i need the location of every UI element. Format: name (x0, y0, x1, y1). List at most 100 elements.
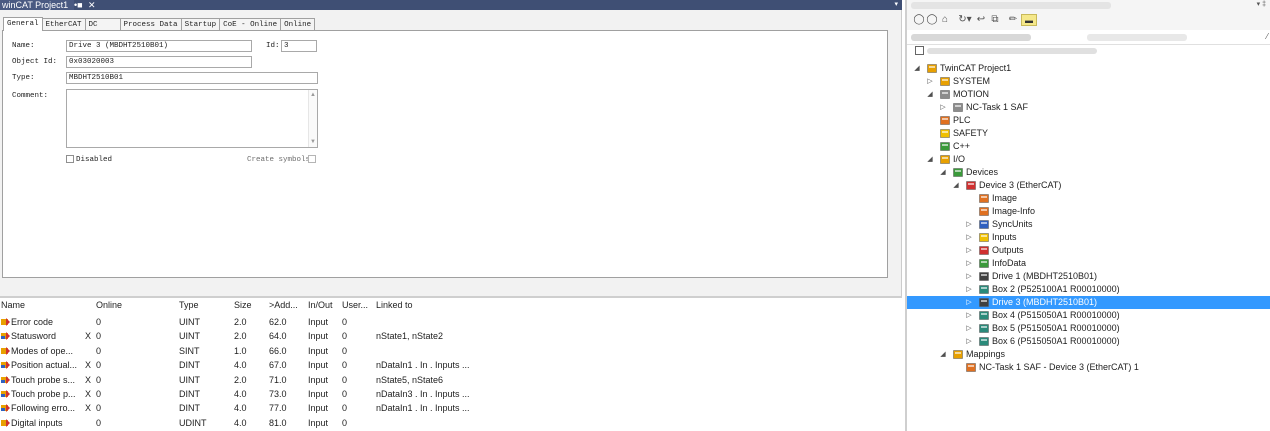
tree-node-label: Image (992, 193, 1018, 203)
tree-node[interactable]: ◢ Mappings (907, 348, 1270, 361)
tree-node[interactable]: ▷ Outputs (907, 244, 1270, 257)
sync-icon[interactable]: ↻▾ (956, 14, 974, 26)
expanded-arrow-icon[interactable]: ◢ (926, 153, 934, 166)
tree-node[interactable]: ▷ Box 5 (P515050A1 R00010000) (907, 322, 1270, 335)
close-tab-icon[interactable]: ✕ (88, 0, 96, 10)
col-user[interactable]: User... (342, 300, 368, 310)
collapsed-arrow-icon[interactable]: ▷ (965, 335, 973, 348)
col-type[interactable]: Type (179, 300, 199, 310)
splitter[interactable] (0, 296, 902, 298)
collapsed-arrow-icon[interactable]: ▷ (965, 283, 973, 296)
scroll-up-icon[interactable]: ▲ (310, 92, 316, 98)
id-field[interactable]: 3 (281, 40, 317, 52)
undo-icon[interactable]: ↩ (975, 14, 987, 26)
var-inout: Input (308, 345, 329, 356)
tree-node[interactable]: ▷ Inputs (907, 231, 1270, 244)
tree-node[interactable]: ◢ I/O (907, 153, 1270, 166)
tree-node[interactable]: ◢ TwinCAT Project1 (907, 62, 1270, 75)
properties-icon[interactable]: ✏ (1007, 14, 1019, 26)
collapse-icon[interactable]: ⧉ (989, 14, 1001, 26)
safety-icon (940, 129, 950, 138)
image-icon (979, 194, 989, 203)
tree-node[interactable]: Image (907, 192, 1270, 205)
col-size[interactable]: Size (234, 300, 252, 310)
explorer-pin-icon[interactable]: ▾ ‡ (1257, 0, 1266, 10)
col-linked-to[interactable]: Linked to (376, 300, 413, 310)
tree-node[interactable]: NC-Task 1 SAF - Device 3 (EtherCAT) 1 (907, 361, 1270, 374)
collapsed-arrow-icon[interactable]: ▷ (939, 101, 947, 114)
tree-node[interactable]: ▷ Drive 1 (MBDHT2510B01) (907, 270, 1270, 283)
collapsed-arrow-icon[interactable]: ▷ (965, 244, 973, 257)
tree-node[interactable]: ◢ Device 3 (EtherCAT) (907, 179, 1270, 192)
create-symbols-checkbox[interactable] (308, 155, 316, 163)
tree-node[interactable]: ▷ Box 2 (P525100A1 R00010000) (907, 283, 1270, 296)
var-inout: Input (308, 360, 329, 371)
collapsed-arrow-icon[interactable]: ▷ (965, 296, 973, 309)
tree-node[interactable]: ▷ SYSTEM (907, 75, 1270, 88)
object-id-field[interactable]: 0x03020003 (66, 56, 252, 68)
table-row[interactable]: Modes of ope... 0 SINT 1.0 66.0 Input 0 (0, 344, 902, 358)
collapsed-arrow-icon[interactable]: ▷ (965, 309, 973, 322)
col-online[interactable]: Online (96, 300, 122, 310)
tree-node[interactable]: ▷ NC-Task 1 SAF (907, 101, 1270, 114)
table-row[interactable]: Digital inputs 0 UDINT 4.0 81.0 Input 0 (0, 416, 902, 430)
tree-node[interactable]: ▷ Box 6 (P515050A1 R00010000) (907, 335, 1270, 348)
table-row[interactable]: Touch probe s... X 0 UINT 2.0 71.0 Input 0 nStat… (0, 373, 902, 387)
tree-node-label: I/O (953, 154, 966, 164)
drive-icon (979, 298, 989, 307)
disabled-checkbox[interactable] (66, 155, 74, 163)
tree-node[interactable]: ▷ SyncUnits (907, 218, 1270, 231)
table-row[interactable]: Error code 0 UINT 2.0 62.0 Input 0 (0, 315, 902, 329)
collapsed-arrow-icon[interactable]: ▷ (965, 257, 973, 270)
tree-node[interactable]: SAFETY (907, 127, 1270, 140)
tree-node-label: MOTION (953, 89, 989, 99)
collapsed-arrow-icon[interactable]: ▷ (965, 322, 973, 335)
tree-node[interactable]: ◢ Devices (907, 166, 1270, 179)
collapsed-arrow-icon[interactable]: ▷ (926, 75, 934, 88)
expanded-arrow-icon[interactable]: ◢ (939, 348, 947, 361)
table-row[interactable]: Touch probe p... X 0 DINT 4.0 73.0 Input 0 nData… (0, 387, 902, 401)
collapsed-arrow-icon[interactable]: ▷ (965, 218, 973, 231)
var-user: 0 (342, 317, 348, 327)
tab-dropdown-icon[interactable]: ▾ (894, 0, 898, 10)
tree-node[interactable]: ◢ MOTION (907, 88, 1270, 101)
var-name: Modes of ope... (11, 345, 74, 356)
search-icon[interactable]: ⁄ (1267, 32, 1268, 41)
pin-tab-icon[interactable]: •■ (74, 0, 83, 10)
var-user: 0 (342, 417, 348, 428)
document-tab[interactable]: winCAT Project1 (0, 0, 75, 10)
tree-node-label: NC-Task 1 SAF - Device 3 (EtherCAT) 1 (979, 362, 1139, 372)
expanded-arrow-icon[interactable]: ◢ (939, 166, 947, 179)
var-type: DINT (179, 403, 200, 414)
col-inout[interactable]: In/Out (308, 300, 333, 310)
expanded-arrow-icon[interactable]: ◢ (913, 62, 921, 75)
comment-scrollbar[interactable]: ▲ ▼ (308, 90, 317, 147)
pin-icon[interactable]: ▬ (1021, 14, 1037, 26)
collapsed-arrow-icon[interactable]: ▷ (965, 270, 973, 283)
name-field[interactable]: Drive 3 (MBDHT2510B01) (66, 40, 252, 52)
table-row[interactable]: Statusword X 0 UINT 2.0 64.0 Input 0 nState1, nS… (0, 329, 902, 343)
table-row[interactable]: Following erro... X 0 DINT 4.0 77.0 Input 0 nDat… (0, 401, 902, 415)
scroll-down-icon[interactable]: ▼ (310, 139, 316, 145)
col-name[interactable]: Name (1, 300, 25, 310)
var-user: 0 (342, 331, 348, 342)
tree-node[interactable]: Image-Info (907, 205, 1270, 218)
forward-icon[interactable]: ◯ (926, 14, 938, 26)
tree-node[interactable]: ▷ InfoData (907, 257, 1270, 270)
col-address[interactable]: >Add... (269, 300, 298, 310)
table-row[interactable]: Position actual... X 0 DINT 4.0 67.0 Input 0 nDa… (0, 358, 902, 372)
expanded-arrow-icon[interactable]: ◢ (926, 88, 934, 101)
back-icon[interactable]: ◯ (913, 14, 925, 26)
home-icon[interactable]: ⌂ (939, 14, 951, 26)
collapsed-arrow-icon[interactable]: ▷ (965, 231, 973, 244)
type-field[interactable]: MBDHT2510B01 (66, 72, 318, 84)
explorer-search-bar[interactable]: ⁄ (907, 30, 1270, 45)
expanded-arrow-icon[interactable]: ◢ (952, 179, 960, 192)
var-link-flag: X (85, 389, 92, 399)
tree-node[interactable]: ▷ Box 4 (P515050A1 R00010000) (907, 309, 1270, 322)
tree-node[interactable]: C++ (907, 140, 1270, 153)
comment-textarea[interactable]: ▲ ▼ (66, 89, 318, 148)
tab-general[interactable]: General (3, 17, 43, 31)
tree-node[interactable]: PLC (907, 114, 1270, 127)
tree-node[interactable]: ▷ Drive 3 (MBDHT2510B01) (907, 296, 1270, 309)
